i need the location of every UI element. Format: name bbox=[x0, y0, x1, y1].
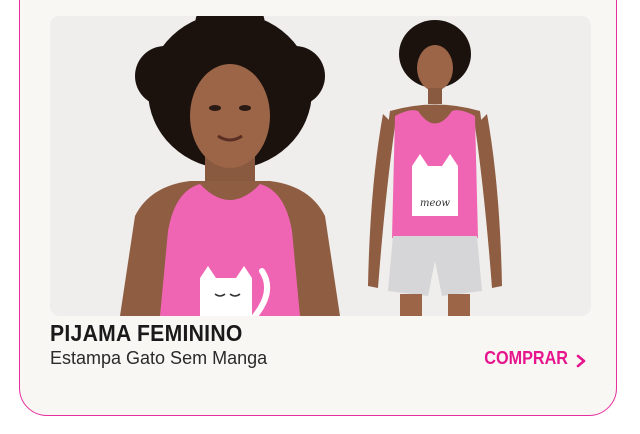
buy-button-label: COMPRAR bbox=[484, 348, 568, 368]
svg-text:meow: meow bbox=[420, 198, 450, 209]
product-title: PIJAMA FEMININO bbox=[50, 320, 243, 346]
buy-button[interactable]: COMPRAR bbox=[475, 348, 588, 369]
product-photo[interactable]: meow bbox=[50, 16, 591, 316]
chevron-right-icon bbox=[574, 352, 588, 367]
product-subtitle: Estampa Gato Sem Manga bbox=[50, 348, 268, 368]
